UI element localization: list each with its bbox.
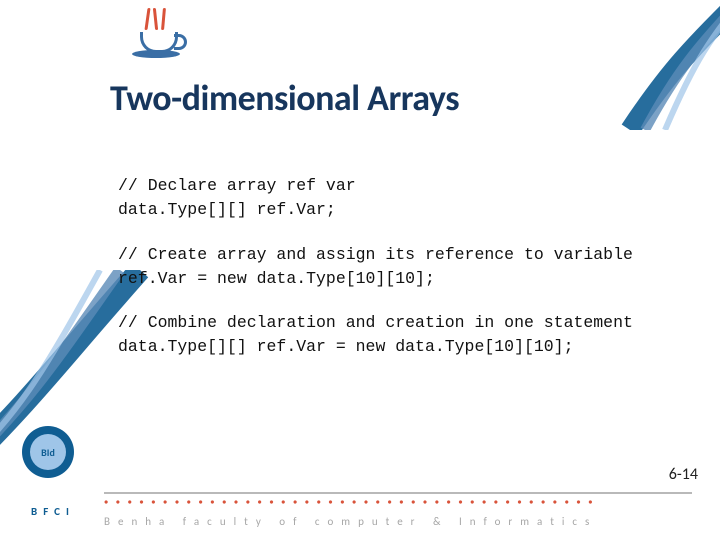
code-line: // Declare array ref var — [118, 175, 638, 197]
code-line: data.Type[][] ref.Var = new data.Type[10… — [118, 336, 638, 358]
decorative-swoosh-top — [570, 0, 720, 130]
footer-divider — [104, 492, 692, 494]
badge-text: BId — [30, 434, 66, 470]
slide: Two-dimensional Arrays // Declare array … — [0, 0, 720, 540]
code-line: ref.Var = new data.Type[10][10]; — [118, 268, 638, 290]
institution-badge: BId — [22, 426, 74, 478]
java-logo-icon — [128, 4, 192, 68]
code-line: // Combine declaration and creation in o… — [118, 312, 638, 334]
code-line: data.Type[][] ref.Var; — [118, 199, 638, 221]
code-content: // Declare array ref var data.Type[][] r… — [118, 175, 638, 361]
slide-title: Two-dimensional Arrays — [110, 76, 459, 120]
page-number: 6-14 — [669, 465, 698, 484]
bfci-label: BFCI — [18, 505, 88, 518]
footer-dots: ● ● ● ● ● ● ● ● ● ● ● ● ● ● ● ● ● ● ● ● … — [104, 497, 595, 506]
code-line: // Create array and assign its reference… — [118, 244, 638, 266]
footer-text: Benha faculty of computer & Informatics — [104, 515, 640, 528]
